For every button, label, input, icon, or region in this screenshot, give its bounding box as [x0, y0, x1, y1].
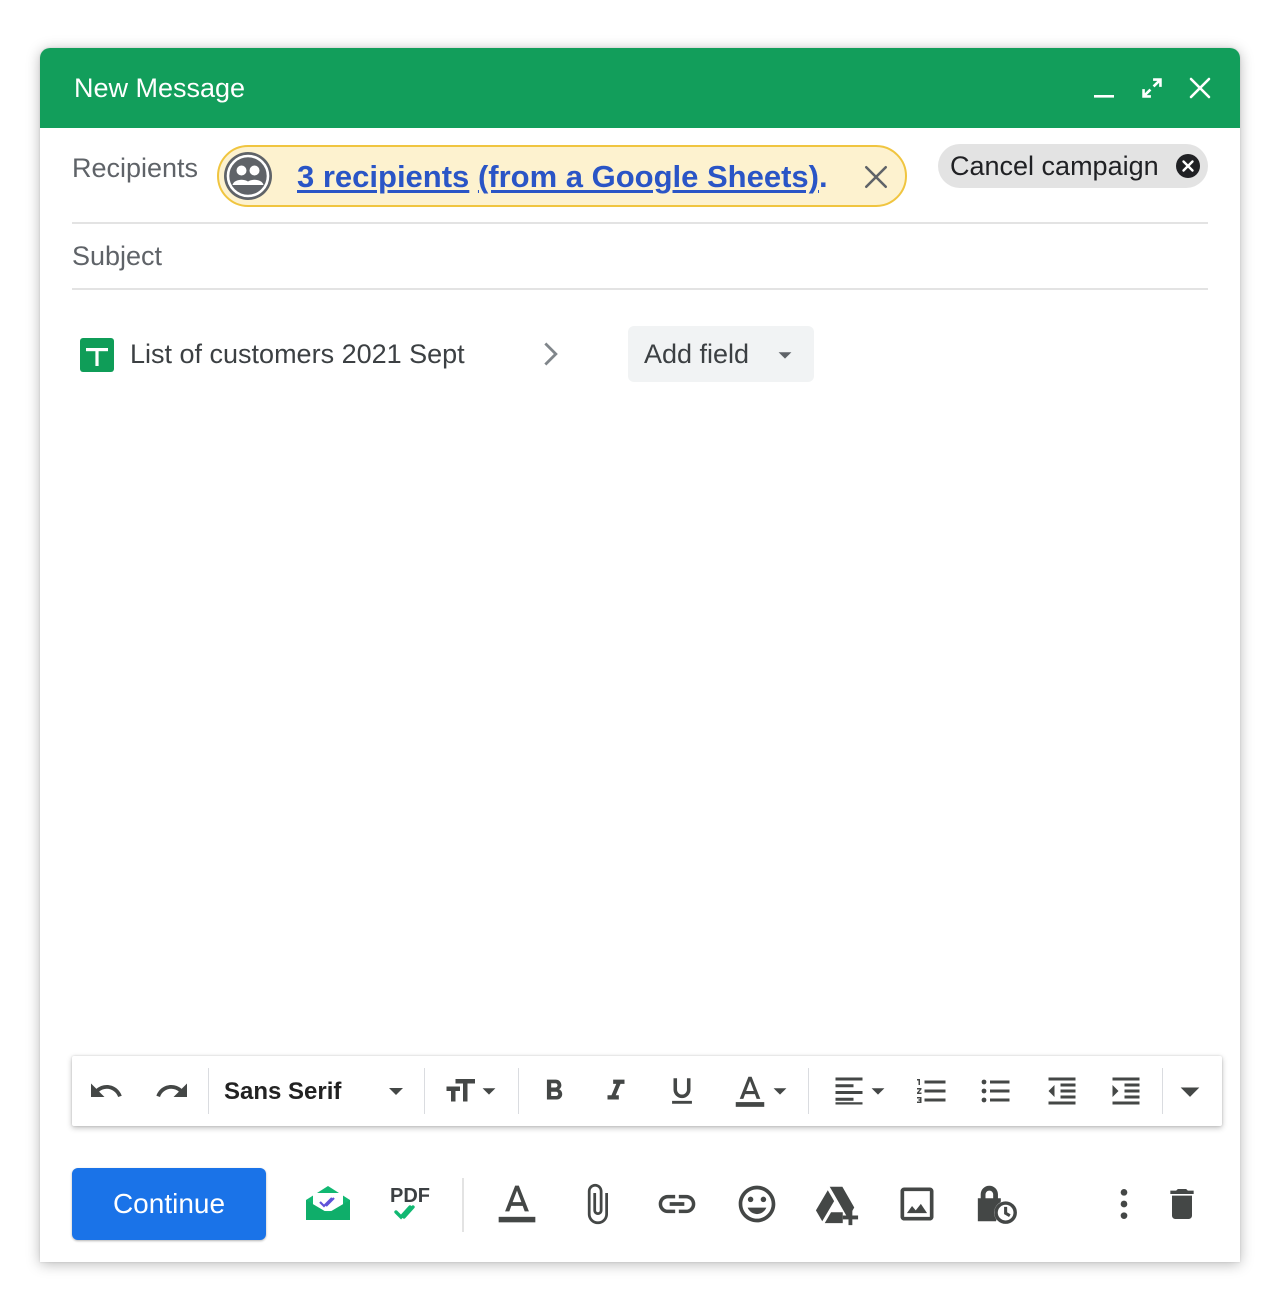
underline-icon [672, 1078, 692, 1104]
trash-icon [1170, 1189, 1194, 1219]
toolbar-separator [518, 1068, 519, 1114]
insert-drive-button[interactable] [812, 1179, 862, 1229]
italic-button[interactable] [596, 1069, 636, 1113]
add-field-button[interactable]: Add field [628, 326, 814, 382]
redo-button[interactable] [152, 1069, 192, 1113]
paperclip-icon [587, 1183, 608, 1225]
insert-link-button[interactable] [652, 1179, 702, 1229]
sheet-row: List of customers 2021 Sept Add field [80, 326, 840, 382]
bold-icon [546, 1079, 563, 1100]
caret-down-icon [871, 1088, 885, 1095]
font-size-icon [446, 1079, 475, 1102]
undo-button[interactable] [86, 1069, 126, 1113]
compose-title-bar[interactable]: New Message [40, 48, 1240, 128]
google-sheets-icon [80, 338, 114, 372]
toolbar-separator [424, 1068, 425, 1114]
toolbar-separator [808, 1068, 809, 1114]
recipients-chip[interactable]: 3 recipients (from a Google Sheets). [217, 145, 907, 207]
confidential-mode-button[interactable] [972, 1179, 1022, 1229]
remove-recipients-button[interactable] [859, 160, 893, 194]
continue-button[interactable]: Continue [72, 1168, 266, 1240]
align-left-icon [835, 1077, 863, 1105]
cancel-campaign-label: Cancel campaign [950, 150, 1159, 181]
expand-icon [1142, 78, 1162, 98]
toolbar-separator [1162, 1068, 1163, 1114]
subject-field[interactable]: Subject [72, 240, 162, 272]
caret-down-icon [1180, 1087, 1200, 1097]
mailmeteor-tracking-button[interactable] [302, 1179, 354, 1229]
recipients-label: Recipients [72, 153, 199, 183]
recipients-source-link[interactable]: (from a Google Sheets) [478, 159, 819, 194]
link-icon [658, 1194, 696, 1214]
compose-title: New Message [74, 73, 246, 103]
close-icon [1189, 77, 1211, 99]
group-icon [224, 152, 272, 200]
lock-clock-icon [977, 1185, 1018, 1225]
italic-icon [607, 1079, 625, 1100]
recipients-count-link[interactable]: 3 recipients [297, 159, 469, 194]
text-color-button[interactable] [726, 1069, 796, 1113]
caret-down-icon [778, 352, 792, 359]
caret-down-icon [389, 1088, 403, 1095]
pdf-tracking-button[interactable]: PDF [384, 1179, 436, 1229]
bold-button[interactable] [534, 1069, 574, 1113]
font-family-dropdown[interactable] [382, 1069, 410, 1113]
insert-photo-button[interactable] [892, 1179, 942, 1229]
text-format-icon [498, 1185, 536, 1223]
numbered-list-button[interactable] [912, 1069, 952, 1113]
attach-files-button[interactable] [572, 1179, 622, 1229]
redo-icon [156, 1083, 187, 1097]
font-size-button[interactable] [436, 1069, 506, 1113]
caret-down-icon [773, 1088, 787, 1095]
minimize-button[interactable] [1084, 68, 1124, 108]
underline-button[interactable] [662, 1069, 702, 1113]
formatting-options-button[interactable] [492, 1179, 542, 1229]
indent-more-button[interactable] [1106, 1069, 1146, 1113]
minimize-icon [1094, 95, 1114, 98]
bulleted-list-icon [981, 1079, 1010, 1103]
insert-emoji-button[interactable] [732, 1179, 782, 1229]
undo-icon [91, 1083, 122, 1097]
align-button[interactable] [824, 1069, 896, 1113]
full-screen-button[interactable] [1132, 68, 1172, 108]
numbered-list-icon [917, 1079, 946, 1103]
close-icon [864, 165, 888, 189]
chevron-right-icon [544, 342, 558, 366]
more-options-button[interactable] [1102, 1179, 1146, 1229]
envelope-check-icon [306, 1186, 350, 1220]
emoji-icon [738, 1185, 776, 1223]
more-vertical-icon [1120, 1189, 1128, 1219]
indent-more-icon [1112, 1077, 1140, 1105]
pdf-check-icon: PDF [390, 1185, 430, 1220]
compose-window: New Message Recipients 3 recipients (fro… [40, 48, 1240, 1262]
bottom-bar-separator [462, 1178, 464, 1232]
font-family-select[interactable]: Sans Serif [224, 1078, 341, 1106]
bulleted-list-button[interactable] [976, 1069, 1016, 1113]
caret-down-icon [482, 1088, 496, 1095]
recipients-row: Recipients 3 recipients (from a Google S… [72, 128, 1208, 224]
text-color-icon [735, 1076, 765, 1107]
discard-draft-button[interactable] [1160, 1179, 1204, 1229]
cancel-campaign-button[interactable]: Cancel campaign [938, 144, 1208, 188]
subject-row[interactable]: Subject [72, 224, 1208, 290]
close-compose-button[interactable] [1180, 68, 1220, 108]
drive-add-icon [815, 1186, 859, 1226]
pdf-label: PDF [390, 1185, 430, 1207]
add-field-label: Add field [644, 339, 750, 369]
sheet-name: List of customers 2021 Sept [130, 339, 465, 369]
cancel-circle-icon [1176, 154, 1200, 178]
message-body[interactable] [72, 398, 1208, 1038]
more-formatting-button[interactable] [1172, 1069, 1208, 1113]
indent-less-button[interactable] [1042, 1069, 1082, 1113]
recipients-period: . [818, 159, 828, 194]
indent-less-icon [1048, 1077, 1076, 1105]
recipients-link[interactable]: 3 recipients (from a Google Sheets). [297, 160, 828, 194]
toolbar-separator [208, 1068, 209, 1114]
photo-icon [900, 1187, 934, 1221]
formatting-toolbar: Sans Serif [72, 1056, 1222, 1126]
